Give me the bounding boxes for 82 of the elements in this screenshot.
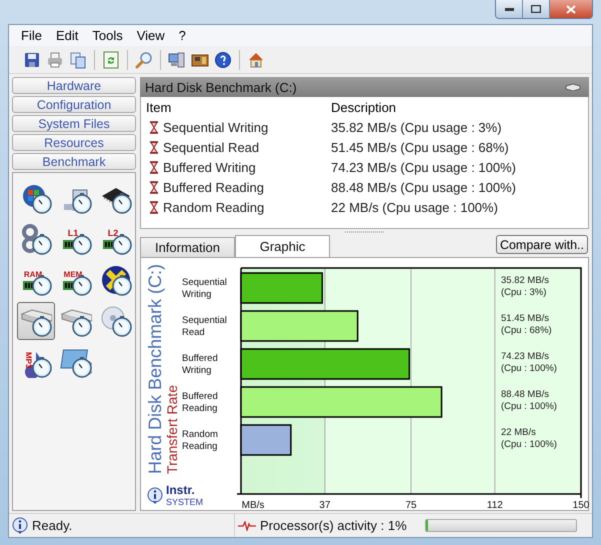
close-icon xyxy=(566,4,576,14)
category-label: Buffered Reading xyxy=(182,390,219,416)
item-name: Buffered Reading xyxy=(163,180,264,194)
hourglass-icon xyxy=(149,200,159,214)
value-label: 35.82 MB/s xyxy=(501,275,550,287)
cpu-label: (Cpu : 100%) xyxy=(501,439,558,451)
category-button[interactable]: Hardware xyxy=(12,77,136,94)
minimize-button[interactable] xyxy=(496,0,522,18)
activity-text: Processor(s) activity : 1% xyxy=(260,518,407,533)
hourglass-icon xyxy=(149,160,159,174)
brand-subtitle: SYSTEM xyxy=(166,497,204,507)
column-header: Description xyxy=(330,100,398,114)
axis-label: Transfert Rate xyxy=(165,385,179,474)
info-icon xyxy=(147,486,163,504)
help-icon[interactable] xyxy=(214,50,232,68)
category-button[interactable]: Benchmark xyxy=(12,153,136,170)
hourglass-icon xyxy=(149,180,159,194)
tab[interactable]: Graphic xyxy=(235,235,330,257)
chart-title: Hard Disk Benchmark (C:) xyxy=(146,264,164,474)
category-label: Buffered Writing xyxy=(182,352,219,378)
x-stopwatch-icon xyxy=(100,264,132,296)
item-description: 51.45 MB/s (Cpu usage : 68%) xyxy=(330,140,510,154)
info-icon xyxy=(12,516,28,534)
tab[interactable]: Information xyxy=(140,237,235,257)
maximize-icon xyxy=(531,5,541,13)
item-description: 22 MB/s (Cpu usage : 100%) xyxy=(330,200,499,214)
refresh-icon[interactable] xyxy=(102,50,120,68)
palette-tool[interactable] xyxy=(17,302,55,340)
save-icon[interactable] xyxy=(23,50,41,68)
splitter-handle[interactable] xyxy=(344,231,384,233)
hourglass-icon xyxy=(149,140,159,154)
menu-item[interactable]: Edit xyxy=(48,28,86,43)
value-label: 74.23 MB/s xyxy=(501,351,550,363)
menu-item[interactable]: View xyxy=(130,28,172,43)
column-header: Item xyxy=(145,100,172,114)
item-name: Buffered Writing xyxy=(163,160,256,174)
search-icon[interactable] xyxy=(135,50,153,68)
bar xyxy=(240,424,292,456)
cpu-label: (Cpu : 100%) xyxy=(501,401,558,413)
panel-title: Hard Disk Benchmark (C:) xyxy=(145,80,297,94)
status-text: Ready. xyxy=(32,518,72,533)
minimize-icon xyxy=(504,8,514,10)
computer-icon[interactable] xyxy=(168,50,186,68)
cpu-label: (Cpu : 100%) xyxy=(501,363,558,375)
menu-item[interactable]: ? xyxy=(172,28,193,43)
drive-icon xyxy=(565,83,581,91)
tick-label: 37 xyxy=(319,500,330,511)
item-description: 88.48 MB/s (Cpu usage : 100%) xyxy=(330,180,517,194)
close-button[interactable] xyxy=(549,0,592,18)
value-label: 22 MB/s xyxy=(501,427,537,439)
tick-label: 150 xyxy=(572,500,590,511)
item-name: Random Reading xyxy=(163,200,264,214)
maximize-button[interactable] xyxy=(522,0,549,18)
globe-stopwatch-icon xyxy=(20,182,52,214)
tick-label: 112 xyxy=(486,500,503,511)
gears-stopwatch-icon xyxy=(20,223,52,255)
item-description: 35.82 MB/s (Cpu usage : 3%) xyxy=(330,120,503,134)
category-label: Random Reading xyxy=(182,428,219,454)
item-description: 74.23 MB/s (Cpu usage : 100%) xyxy=(330,160,517,174)
menu-item[interactable]: File xyxy=(14,28,49,43)
category-button[interactable]: System Files xyxy=(12,115,136,132)
category-label: Sequential Read xyxy=(182,314,228,340)
cpu-label: (Cpu : 68%) xyxy=(501,325,553,337)
category-button[interactable]: Resources xyxy=(12,134,136,151)
value-label: 51.45 MB/s xyxy=(501,313,550,325)
category-button[interactable]: Configuration xyxy=(12,96,136,113)
tick-label: MB/s xyxy=(242,500,264,511)
value-label: 88.48 MB/s xyxy=(501,389,550,401)
cpu-label: (Cpu : 3%) xyxy=(501,287,548,299)
home-icon[interactable] xyxy=(247,50,265,68)
pulse-icon xyxy=(238,520,256,530)
printer-icon[interactable] xyxy=(46,50,64,68)
copy-icon[interactable] xyxy=(69,50,87,68)
brand-name: Instr. xyxy=(166,484,196,497)
item-name: Sequential Writing xyxy=(163,120,268,134)
compare-button[interactable]: Compare with.. xyxy=(496,235,588,254)
menu-item[interactable]: Tools xyxy=(85,28,130,43)
hourglass-icon xyxy=(149,120,159,134)
category-label: Sequential Writing xyxy=(182,276,228,302)
disc-stopwatch-icon xyxy=(100,305,132,337)
tick-label: 75 xyxy=(405,500,417,511)
item-name: Sequential Read xyxy=(163,140,260,154)
